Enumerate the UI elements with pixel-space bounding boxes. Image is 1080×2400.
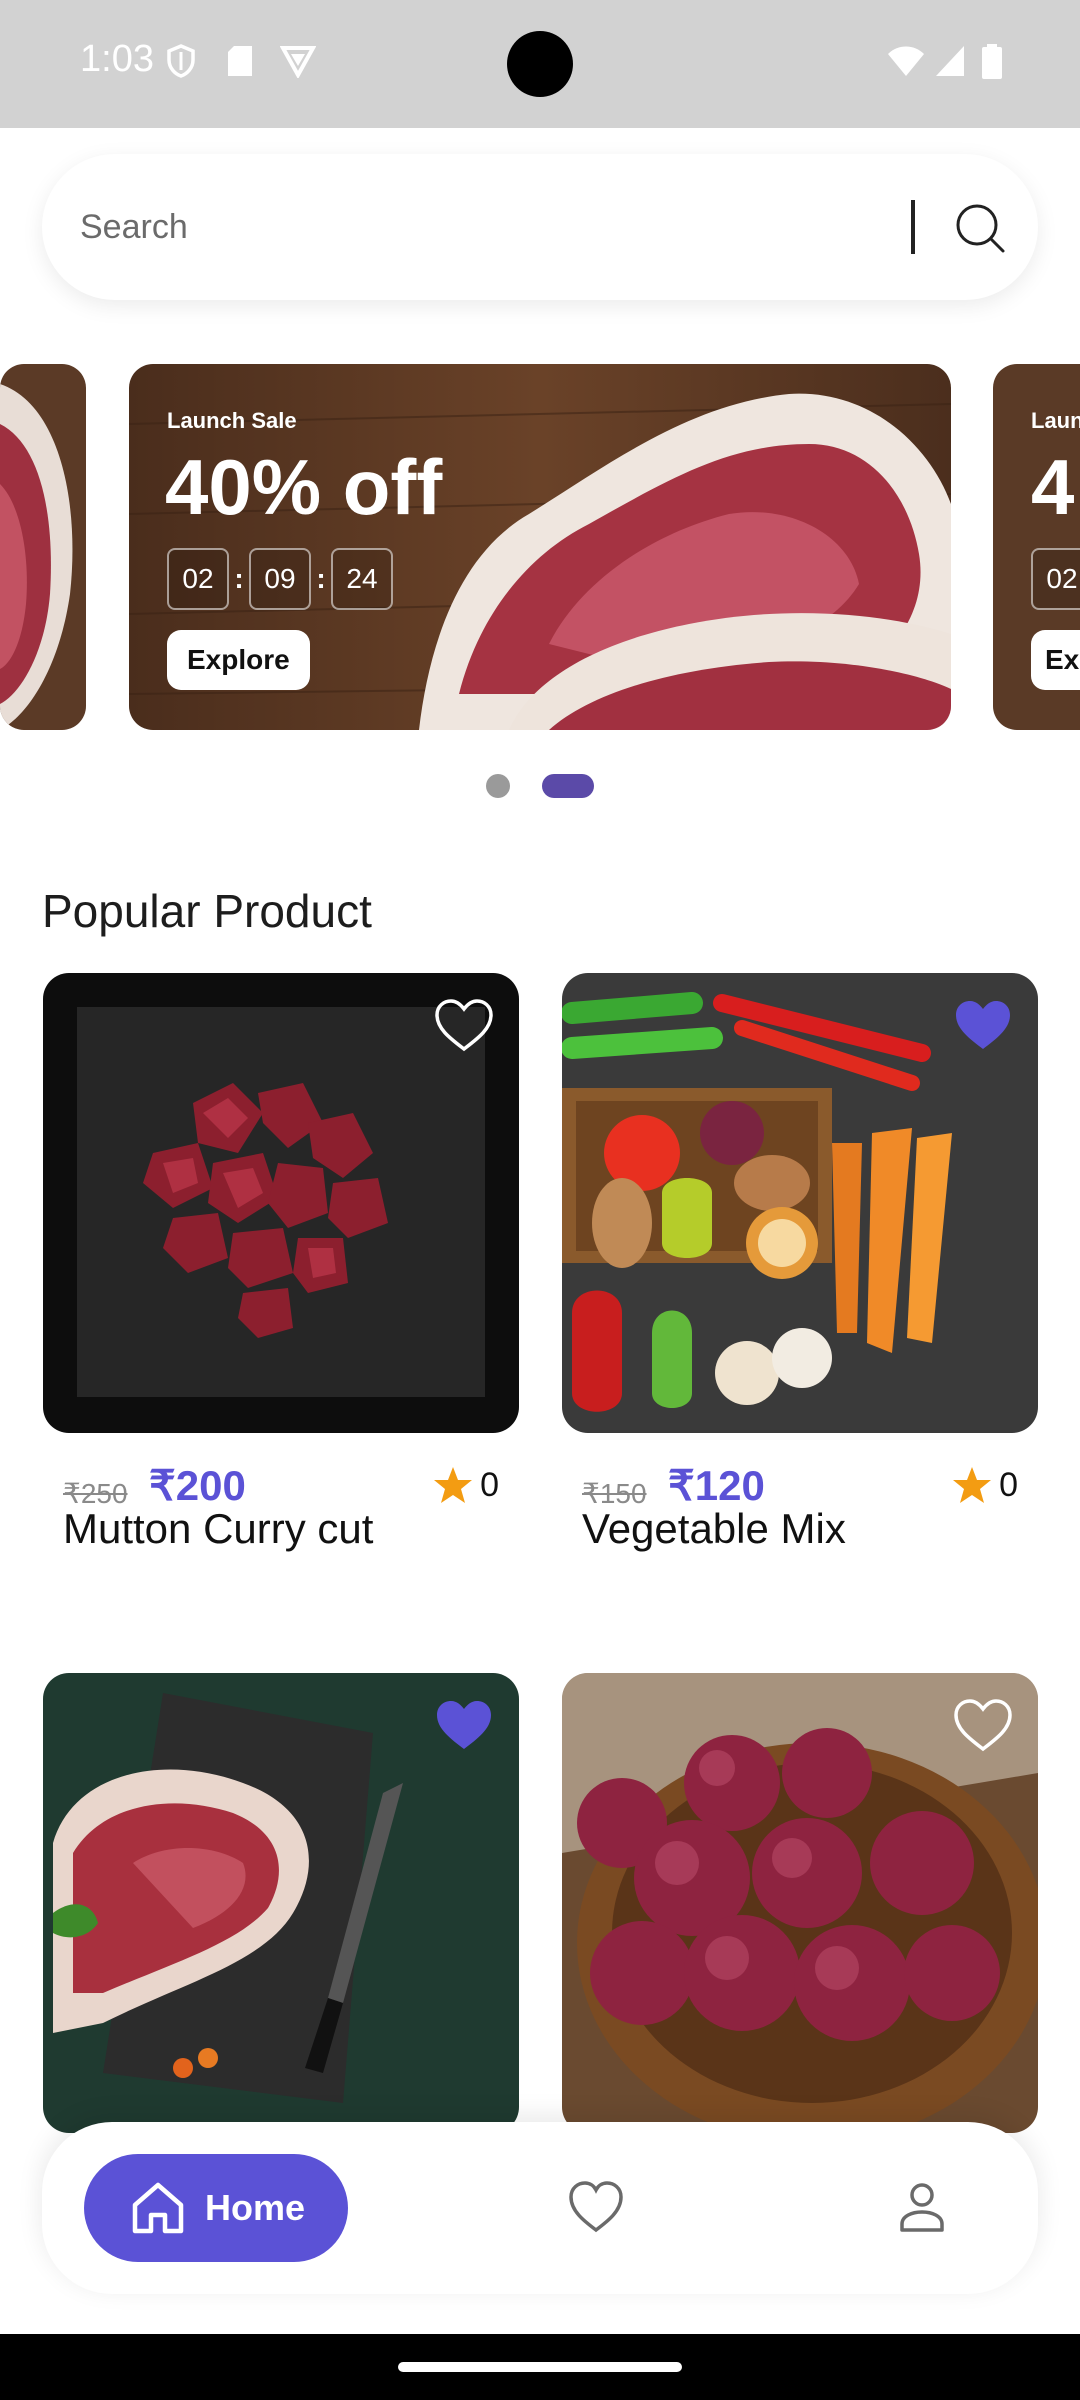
heart-icon <box>569 2181 623 2233</box>
home-gesture-handle[interactable] <box>398 2362 682 2372</box>
timer-hours: 02 <box>1031 548 1080 610</box>
front-camera <box>507 31 573 97</box>
vpn-icon <box>280 46 316 78</box>
rating-value: 0 <box>480 1465 499 1504</box>
search-bar <box>42 154 1038 300</box>
search-icon <box>956 204 1005 253</box>
product-card[interactable]: ₹250 ₹200 0 Mutton Curry cut <box>43 973 519 1593</box>
favorite-toggle[interactable] <box>433 997 495 1055</box>
system-gesture-bar <box>0 2334 1080 2400</box>
page-dot-active[interactable] <box>542 774 594 798</box>
battery-icon <box>982 44 1002 79</box>
timer-hours: 02 <box>167 548 229 610</box>
product-rating: 0 <box>951 1465 1018 1505</box>
banner-card[interactable]: Launch Sale 40% off 02 : 09 : 24 Explore <box>129 364 951 730</box>
banner-label: Launch Sale <box>167 408 297 433</box>
product-card[interactable]: ₹150 ₹120 0 Vegetable Mix <box>562 973 1038 1593</box>
nav-favorites-tab[interactable] <box>566 2178 626 2238</box>
heart-outline-icon <box>954 1699 1012 1752</box>
status-bar: 1:03 <box>0 0 1080 128</box>
product-rating: 0 <box>432 1465 499 1505</box>
search-button[interactable] <box>942 190 1018 266</box>
signal-icon <box>936 46 964 76</box>
shield-icon <box>167 44 195 78</box>
timer-seconds: 24 <box>331 548 393 610</box>
carousel-pagination <box>0 774 1080 798</box>
heart-filled-icon <box>956 1001 1010 1049</box>
banner-headline: 40% off <box>165 443 443 531</box>
section-title: Popular Product <box>42 885 372 937</box>
heart-outline-icon <box>435 999 493 1052</box>
bottom-navigation: Home <box>42 2122 1038 2294</box>
star-icon <box>434 1467 473 1503</box>
rating-value: 0 <box>999 1465 1018 1504</box>
product-card[interactable] <box>43 1673 519 2133</box>
product-card[interactable] <box>562 1673 1038 2133</box>
sd-card-icon <box>228 46 252 76</box>
countdown-timer: 02 : 09 : 24 <box>167 548 393 610</box>
home-icon <box>132 2182 184 2234</box>
banner-peek-left[interactable] <box>0 364 86 730</box>
page-dot[interactable] <box>486 774 510 798</box>
favorite-toggle[interactable] <box>952 1697 1014 1755</box>
product-name: Vegetable Mix <box>582 1505 846 1552</box>
timer-minutes: 09 <box>249 548 311 610</box>
banner-label: Laun <box>1031 408 1080 433</box>
wifi-icon <box>888 46 924 76</box>
explore-button[interactable]: Explore <box>167 630 310 690</box>
sale-price: ₹200 <box>149 1462 246 1509</box>
search-divider <box>911 200 915 254</box>
timer-separator: : <box>234 563 244 594</box>
star-icon <box>953 1467 992 1503</box>
product-name: Mutton Curry cut <box>63 1505 374 1552</box>
banner-headline: 4 <box>1031 443 1075 531</box>
search-input[interactable] <box>80 190 900 264</box>
nav-home-tab[interactable]: Home <box>84 2154 348 2262</box>
heart-filled-icon <box>437 1701 491 1749</box>
nav-home-label: Home <box>204 2187 306 2228</box>
nav-profile-tab[interactable] <box>892 2178 952 2238</box>
timer-separator: : <box>316 563 326 594</box>
favorite-toggle[interactable] <box>433 1697 495 1755</box>
favorite-toggle[interactable] <box>952 997 1014 1055</box>
meat-banner-image <box>0 364 86 730</box>
banner-peek-right[interactable]: Laun 4 02 Ex <box>993 364 1080 730</box>
status-time: 1:03 <box>80 38 154 80</box>
sale-price: ₹120 <box>668 1462 765 1509</box>
profile-icon <box>900 2183 944 2232</box>
countdown-timer: 02 <box>1031 548 1080 610</box>
explore-button[interactable]: Ex <box>1031 630 1080 690</box>
